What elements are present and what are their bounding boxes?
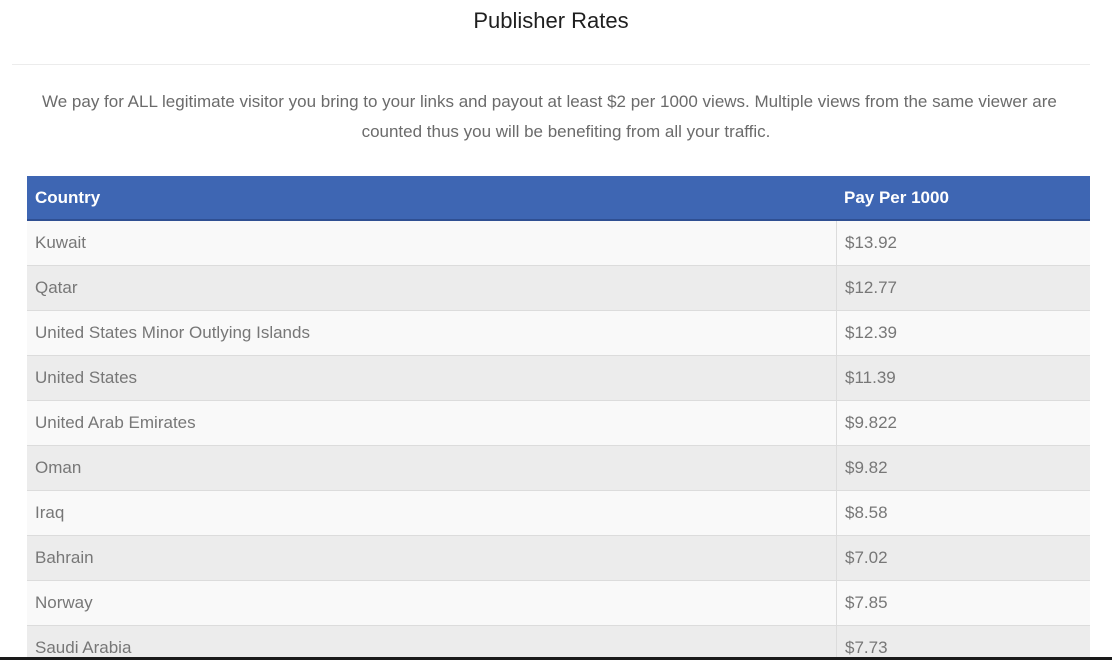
pay-cell: $7.02 (836, 536, 1090, 580)
header-pay-per-1000: Pay Per 1000 (844, 188, 949, 207)
country-cell: Oman (35, 458, 82, 477)
country-cell: Norway (35, 593, 93, 612)
pay-cell: $12.39 (836, 311, 1090, 355)
country-cell: Kuwait (35, 233, 87, 252)
intro-line-2: counted thus you will be benefiting from… (361, 122, 771, 141)
pay-cell: $9.82 (836, 446, 1090, 490)
pay-cell: $11.39 (836, 356, 1090, 400)
table-header-row: Country Pay Per 1000 (27, 176, 1090, 221)
table-row: United Arab Emirates $9.822 (27, 401, 1090, 446)
table-row: Qatar $12.77 (27, 266, 1090, 311)
table-row: United States $11.39 (27, 356, 1090, 401)
pay-cell: $13.92 (836, 221, 1090, 265)
country-cell: United Arab Emirates (35, 413, 196, 432)
publisher-rates-page: Publisher Rates We pay for ALL legitimat… (0, 0, 1112, 660)
rates-table: Country Pay Per 1000 Kuwait $13.92 Qatar… (27, 176, 1090, 660)
country-cell: United States (35, 368, 138, 387)
intro-line-1: We pay for ALL legitimate visitor you br… (42, 92, 1057, 111)
header-country: Country (35, 188, 101, 207)
pay-cell: $7.85 (836, 581, 1090, 625)
country-cell: Qatar (35, 278, 78, 297)
table-row: Kuwait $13.92 (27, 221, 1090, 266)
pay-cell: $7.73 (836, 626, 1090, 660)
country-cell: United States Minor Outlying Islands (35, 323, 310, 342)
table-row: United States Minor Outlying Islands $12… (27, 311, 1090, 356)
table-row: Norway $7.85 (27, 581, 1090, 626)
intro-text: We pay for ALL legitimate visitor you br… (30, 87, 1102, 149)
title-divider (12, 64, 1090, 65)
table-row: Saudi Arabia $7.73 (27, 626, 1090, 660)
country-cell: Saudi Arabia (35, 638, 132, 657)
table-row: Iraq $8.58 (27, 491, 1090, 536)
country-cell: Iraq (35, 503, 65, 522)
pay-cell: $8.58 (836, 491, 1090, 535)
table-row: Oman $9.82 (27, 446, 1090, 491)
pay-cell: $12.77 (836, 266, 1090, 310)
page-title: Publisher Rates (473, 8, 629, 33)
pay-cell: $9.822 (836, 401, 1090, 445)
country-cell: Bahrain (35, 548, 94, 567)
table-row: Bahrain $7.02 (27, 536, 1090, 581)
